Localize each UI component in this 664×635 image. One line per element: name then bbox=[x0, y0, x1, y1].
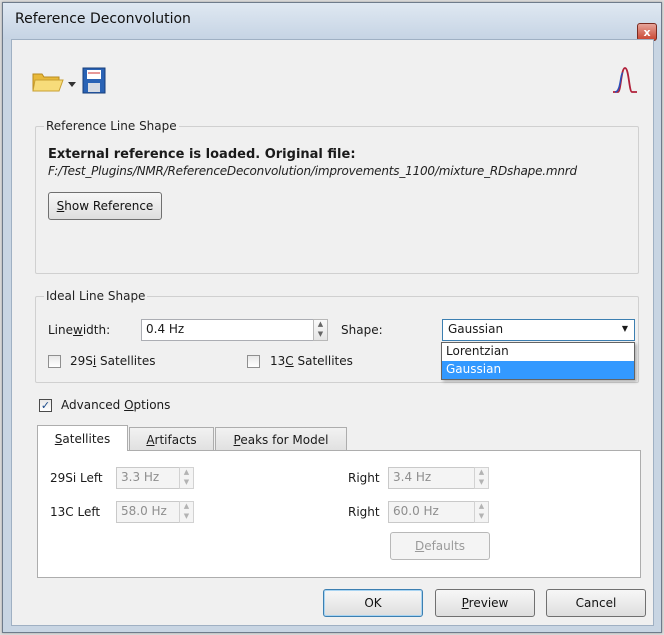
ok-label: OK bbox=[364, 596, 382, 610]
29si-right-spinner[interactable]: ▲ ▼ bbox=[474, 467, 489, 489]
29si-right-label: Right bbox=[348, 471, 380, 485]
13c-left-label: 13C Left bbox=[50, 505, 101, 519]
defaults-button[interactable]: Defaults bbox=[390, 532, 490, 560]
reference-line-shape-group: Reference Line Shape External reference … bbox=[35, 119, 639, 274]
linewidth-label: Linewidth: bbox=[48, 323, 111, 337]
tab-artifacts[interactable]: Artifacts bbox=[129, 427, 214, 451]
13c-right-label: Right bbox=[348, 505, 380, 519]
29si-left-value: 3.3 Hz bbox=[121, 470, 160, 484]
29si-right-input[interactable]: 3.4 Hz bbox=[388, 467, 474, 489]
13c-left-spinner[interactable]: ▲ ▼ bbox=[179, 501, 194, 523]
tab-peaks-for-model-label: Peaks for Model bbox=[233, 432, 329, 447]
reference-group-title: Reference Line Shape bbox=[44, 119, 179, 133]
29si-left-label: 29Si Left bbox=[50, 471, 103, 485]
advanced-options-checkbox[interactable]: ✓ bbox=[39, 399, 52, 412]
shape-select[interactable]: Gaussian ▼ bbox=[442, 319, 635, 341]
chevron-down-icon: ▼ bbox=[621, 324, 628, 333]
shape-dropdown-list: Lorentzian Gaussian bbox=[441, 342, 635, 380]
29si-left-input[interactable]: 3.3 Hz bbox=[116, 467, 179, 489]
dialog-client: Reference Line Shape External reference … bbox=[11, 39, 654, 626]
ok-button[interactable]: OK bbox=[323, 589, 423, 617]
ideal-group-title: Ideal Line Shape bbox=[44, 289, 148, 303]
folder-open-icon[interactable] bbox=[32, 70, 64, 94]
close-icon: x bbox=[643, 25, 651, 39]
13c-satellites-label[interactable]: 13C Satellites bbox=[270, 354, 353, 368]
tab-satellites-label: Satellites bbox=[54, 431, 111, 446]
13c-left-input[interactable]: 58.0 Hz bbox=[116, 501, 179, 523]
13c-satellites-checkbox[interactable] bbox=[247, 355, 260, 368]
show-reference-button[interactable]: Show Reference bbox=[48, 192, 162, 220]
shape-option-gaussian[interactable]: Gaussian bbox=[442, 361, 634, 379]
29si-right-value: 3.4 Hz bbox=[393, 470, 432, 484]
preview-button[interactable]: Preview bbox=[435, 589, 535, 617]
linewidth-input[interactable]: 0.4 Hz bbox=[141, 319, 313, 341]
show-reference-label: Show Reference bbox=[56, 199, 154, 213]
dialog-window: Reference Deconvolution x Reference Line… bbox=[2, 2, 662, 633]
advanced-options-label[interactable]: Advanced Options bbox=[61, 398, 170, 412]
tab-artifacts-label: Artifacts bbox=[146, 432, 197, 447]
advanced-tab-bar: Satellites Artifacts Peaks for Model bbox=[37, 425, 637, 451]
title-bar[interactable]: Reference Deconvolution x bbox=[3, 3, 661, 41]
window-title: Reference Deconvolution bbox=[15, 11, 191, 27]
shape-option-lorentzian[interactable]: Lorentzian bbox=[442, 343, 634, 361]
linewidth-spinner[interactable]: ▲ ▼ bbox=[313, 319, 328, 341]
shape-selected-value: Gaussian bbox=[448, 322, 504, 336]
checkmark-icon: ✓ bbox=[40, 399, 51, 412]
13c-right-spinner[interactable]: ▲ ▼ bbox=[474, 501, 489, 523]
29si-satellites-checkbox[interactable] bbox=[48, 355, 61, 368]
cancel-button[interactable]: Cancel bbox=[546, 589, 646, 617]
13c-left-value: 58.0 Hz bbox=[121, 504, 167, 518]
preview-label: Preview bbox=[461, 596, 509, 610]
13c-right-input[interactable]: 60.0 Hz bbox=[388, 501, 474, 523]
defaults-label: Defaults bbox=[414, 539, 466, 553]
29si-left-spinner[interactable]: ▲ ▼ bbox=[179, 467, 194, 489]
29si-satellites-label[interactable]: 29Si Satellites bbox=[70, 354, 155, 368]
shape-label: Shape: bbox=[341, 323, 383, 337]
cancel-label: Cancel bbox=[575, 596, 617, 610]
chevron-down-icon[interactable] bbox=[67, 78, 77, 87]
satellites-tab-panel: 29Si Left 3.3 Hz ▲ ▼ Right 3.4 Hz ▲ ▼ 13C … bbox=[37, 450, 641, 578]
reference-status-text: External reference is loaded. Original f… bbox=[48, 147, 356, 162]
floppy-disk-icon[interactable] bbox=[82, 67, 106, 94]
linewidth-value: 0.4 Hz bbox=[146, 322, 185, 336]
13c-right-value: 60.0 Hz bbox=[393, 504, 439, 518]
reference-file-path: F:/Test_Plugins/NMR/ReferenceDeconvoluti… bbox=[48, 164, 577, 178]
tab-peaks-for-model[interactable]: Peaks for Model bbox=[215, 427, 347, 451]
tab-satellites[interactable]: Satellites bbox=[37, 425, 128, 451]
peak-shape-icon[interactable] bbox=[612, 65, 638, 95]
